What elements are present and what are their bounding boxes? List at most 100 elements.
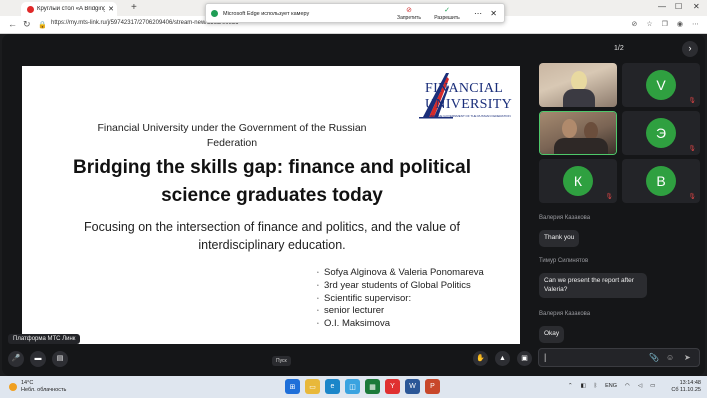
photos-icon[interactable]: ◫	[345, 379, 360, 394]
weather-widget[interactable]: 14°C Небл. облачность	[9, 380, 66, 394]
close-window-icon[interactable]: ✕	[693, 2, 700, 11]
collections-icon[interactable]: ❐	[662, 20, 668, 28]
logo-subtext: UNDER THE GOVERNMENT OF THE RUSSIAN FEDE…	[425, 114, 511, 118]
slide-title: Bridging the skills gap: finance and pol…	[73, 157, 471, 206]
participant-tile[interactable]: К 🎙	[539, 159, 617, 203]
author-line: Scientific supervisor:	[317, 293, 484, 306]
chat-author: Валерия Казакова	[539, 215, 591, 221]
new-tab-icon[interactable]: +	[131, 2, 137, 13]
powerpoint-icon[interactable]: P	[425, 379, 440, 394]
battery-icon[interactable]: ▭	[650, 383, 655, 389]
microphone-button[interactable]: 🎤	[8, 351, 24, 367]
deny-label: Запретить	[397, 15, 421, 21]
store-icon[interactable]: ▦	[365, 379, 380, 394]
text-cursor: |	[544, 352, 547, 362]
mts-link-favicon-icon	[27, 5, 34, 13]
participant-avatar: Э	[646, 118, 676, 148]
bluetooth-icon[interactable]: ᛒ	[594, 383, 597, 389]
reactions-button[interactable]: ▲	[495, 351, 510, 366]
attach-icon[interactable]: 📎	[649, 353, 659, 362]
language-indicator[interactable]: ENG	[605, 383, 617, 389]
send-icon[interactable]: ➤	[684, 353, 691, 362]
participant-tile[interactable]: Э 🎙	[622, 111, 700, 155]
temperature: 14°C	[21, 380, 34, 386]
permission-message: Microsoft Edge использует камеру	[223, 11, 310, 17]
mic-muted-icon: 🎙	[688, 194, 696, 200]
system-tray: ⌃ ◧ ᛒ ENG ◠ ◁ ▭	[568, 383, 655, 389]
tray-chevron-icon[interactable]: ⌃	[568, 383, 573, 389]
participant-avatar: В	[646, 166, 676, 196]
slide-institution: Financial University under the Governmen…	[97, 122, 367, 149]
participant-video-tile[interactable]	[539, 63, 617, 107]
refresh-icon[interactable]: ↻	[23, 19, 31, 30]
allow-icon: ✓	[444, 7, 450, 14]
participant-avatar: К	[563, 166, 593, 196]
browser-tab[interactable]: Круглый стол «A Bridging t... ✕	[21, 2, 117, 16]
mic-muted-icon: 🎙	[688, 146, 696, 152]
phone-link-icon[interactable]: ◧	[581, 383, 586, 389]
address-bar-actions: ⊘ ☆ ❐ ◉ ⋯	[631, 20, 699, 28]
clock-time: 13:14:48	[679, 380, 701, 386]
participant-tile[interactable]: V 🎙	[622, 63, 700, 107]
participant-tile[interactable]: В 🎙	[622, 159, 700, 203]
author-line: senior lecturer	[317, 305, 484, 318]
chat-author: Тимур Силинятов	[539, 258, 589, 264]
participant-video-tile-active-speaker[interactable]	[539, 111, 617, 155]
word-icon[interactable]: W	[405, 379, 420, 394]
weather-text: Небл. облачность	[21, 387, 67, 393]
favorite-icon[interactable]: ☆	[646, 20, 652, 28]
maximize-icon[interactable]: ☐	[675, 2, 682, 11]
taskbar-apps: ⊞ ▭ e ◫ ▦ Y W P	[285, 379, 440, 394]
chat-message: Thank you	[539, 230, 580, 247]
system-clock[interactable]: 13:14:48 Сб 11.10.25	[669, 380, 701, 394]
lock-icon[interactable]: 🔒	[38, 21, 47, 29]
author-line: 3rd year students of Global Politics	[317, 280, 484, 293]
mic-muted-icon: 🎙	[605, 194, 613, 200]
emoji-icon[interactable]: ☺	[666, 353, 674, 362]
yandex-browser-icon[interactable]: Y	[385, 379, 400, 394]
camera-button[interactable]: ▬	[30, 351, 46, 367]
edge-icon[interactable]: e	[325, 379, 340, 394]
camera-permission-prompt: Microsoft Edge использует камеру ⊘ Запре…	[205, 3, 505, 23]
allow-button[interactable]: ✓ Разрешить	[430, 6, 464, 21]
screen-share-button[interactable]: ▤	[52, 351, 68, 367]
next-page-button[interactable]: ›	[682, 41, 698, 57]
prompt-more-icon[interactable]: ⋯	[474, 9, 482, 18]
chat-author: Валерия Казакова	[539, 311, 591, 317]
platform-label: Платформа МТС Линк	[8, 334, 81, 344]
wifi-icon[interactable]: ◠	[625, 383, 630, 389]
pusk-tooltip: Пуск	[272, 356, 291, 366]
tab-title: Круглый стол «A Bridging t...	[37, 6, 106, 12]
participant-camera-feed	[539, 63, 617, 107]
deny-button[interactable]: ⊘ Запретить	[392, 6, 426, 21]
profile-icon[interactable]: ◉	[677, 20, 683, 28]
raise-hand-button[interactable]: ✋	[473, 351, 488, 366]
file-explorer-icon[interactable]: ▭	[305, 379, 320, 394]
presentation-slide: FINANCIAL UNIVERSITY UNDER THE GOVERNMEN…	[22, 66, 520, 344]
more-menu-icon[interactable]: ⋯	[692, 20, 699, 28]
mic-muted-icon: 🎙	[688, 98, 696, 104]
chat-input[interactable]: | 📎 ☺ ➤	[538, 348, 700, 367]
start-icon[interactable]: ⊞	[285, 379, 300, 394]
minimize-icon[interactable]: —	[658, 2, 666, 11]
layout-button[interactable]: ▣	[517, 351, 532, 366]
participant-camera-feed	[540, 112, 616, 154]
close-tab-icon[interactable]: ✕	[108, 5, 117, 13]
clock-date: Сб 11.10.25	[671, 387, 701, 393]
logo-text-line2: UNIVERSITY	[425, 97, 512, 112]
participants-pager: 1/2	[614, 45, 624, 52]
camera-blocked-icon[interactable]: ⊘	[631, 20, 637, 28]
prompt-close-icon[interactable]: ✕	[490, 9, 497, 18]
deny-icon: ⊘	[406, 7, 412, 14]
author-line: Sofya Alginova & Valeria Ponomareva	[317, 267, 484, 280]
camera-icon	[211, 10, 218, 17]
chat-message: Okay	[539, 326, 565, 343]
author-line: O.I. Maksimova	[317, 318, 484, 331]
weather-sun-icon	[9, 383, 17, 391]
back-icon[interactable]: ←	[8, 19, 17, 29]
logo-text-line1: FINANCIAL	[425, 81, 504, 96]
volume-icon[interactable]: ◁	[638, 383, 642, 389]
windows-taskbar: 14°C Небл. облачность ⊞ ▭ e ◫ ▦ Y W P ⌃ …	[0, 376, 707, 398]
slide-subtitle: Focusing on the intersection of finance …	[84, 220, 460, 252]
participant-avatar: V	[646, 70, 676, 100]
